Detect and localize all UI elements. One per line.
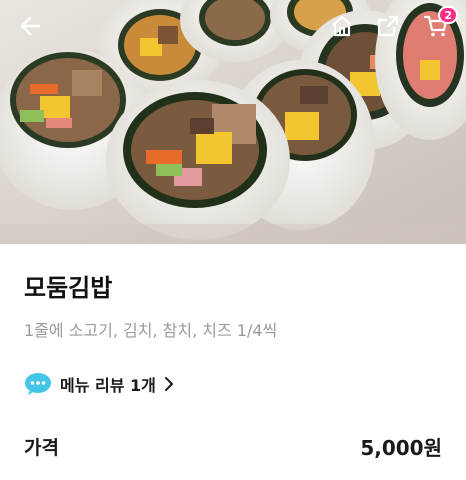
price-label: 가격 — [24, 437, 59, 459]
arrow-left-icon — [20, 16, 41, 36]
speech-bubble-icon — [25, 373, 51, 395]
price-row: 가격 5,000원 — [24, 432, 442, 461]
review-count-label: 메뉴 리뷰 1개 — [60, 376, 156, 395]
product-info: 모둠김밥 1줄에 소고기, 김치, 참치, 치즈 1/4씩 메뉴 리뷰 1개 가… — [0, 244, 466, 480]
back-button[interactable] — [14, 10, 46, 42]
share-button[interactable] — [372, 10, 404, 42]
product-name: 모둠김밥 — [24, 274, 113, 302]
cart-button[interactable]: 2 — [420, 6, 458, 42]
menu-review-link[interactable]: 메뉴 리뷰 1개 — [24, 372, 174, 396]
home-button[interactable] — [326, 10, 358, 42]
chevron-right-icon — [164, 377, 174, 391]
home-icon — [332, 15, 352, 37]
price-value: 5,000원 — [360, 436, 442, 460]
share-icon — [377, 15, 399, 37]
product-description: 1줄에 소고기, 김치, 참치, 치즈 1/4씩 — [24, 321, 278, 340]
cart-count-badge: 2 — [438, 6, 458, 24]
top-navigation: 2 — [0, 0, 466, 52]
